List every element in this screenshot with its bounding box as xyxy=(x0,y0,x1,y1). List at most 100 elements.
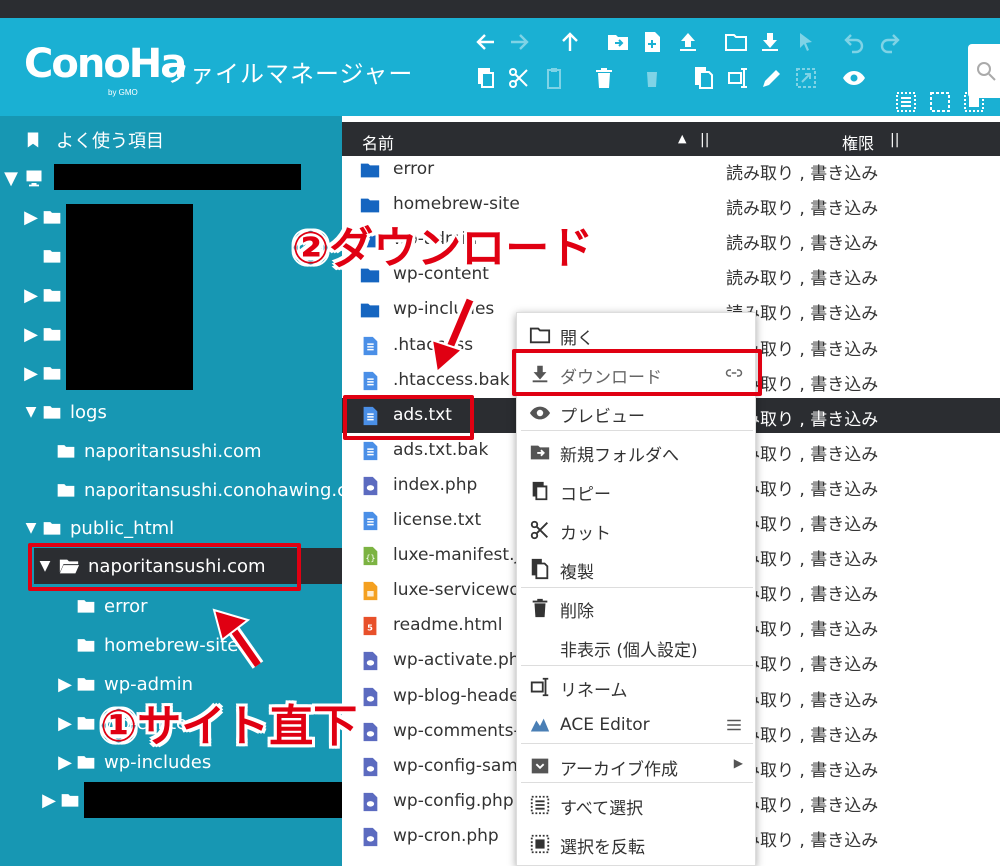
select-all-icon xyxy=(530,795,550,815)
paste-icon[interactable] xyxy=(540,64,568,92)
trash-icon xyxy=(532,598,548,618)
list-view-icon[interactable] xyxy=(892,88,920,116)
col-resize-handle[interactable]: || xyxy=(700,132,709,148)
tree-item-redacted[interactable]: ▶ xyxy=(24,199,70,235)
select-icon[interactable] xyxy=(926,88,954,116)
tree-item-redacted[interactable]: ▶ xyxy=(24,355,70,391)
file-name: wp-config.php xyxy=(393,790,514,811)
menu-item-label: 選択を反転 xyxy=(560,838,645,858)
file-html-icon xyxy=(359,615,381,637)
caret-right-icon[interactable]: ▶ xyxy=(58,674,72,695)
caret-right-icon[interactable]: ▶ xyxy=(58,752,72,773)
menu-item[interactable]: カット xyxy=(517,510,757,549)
menu-item[interactable]: ACE Editor xyxy=(517,706,757,745)
favorites-item[interactable]: よく使う項目 xyxy=(24,122,164,158)
folder-locked-icon xyxy=(42,402,62,422)
file-name: index.php xyxy=(393,474,478,495)
pointer-icon[interactable] xyxy=(792,28,820,56)
menu-item[interactable]: 選択を反転 xyxy=(517,824,757,863)
favorites-label: よく使う項目 xyxy=(56,131,164,152)
file-text-icon xyxy=(359,440,381,462)
submenu-arrow-icon: ▶ xyxy=(733,756,743,770)
menu-item[interactable]: 削除 xyxy=(517,588,757,627)
file-row[interactable]: error 読み取り , 書き込み xyxy=(342,152,1000,187)
resize-icon[interactable] xyxy=(792,64,820,92)
caret-down-icon[interactable]: ▼ xyxy=(24,404,38,420)
edit-icon[interactable] xyxy=(758,64,786,92)
caret-right-icon[interactable]: ▶ xyxy=(58,713,72,734)
tree-root[interactable]: ▼ xyxy=(4,160,52,196)
cut-icon[interactable] xyxy=(505,64,533,92)
tree-item-logs-child[interactable]: naporitansushi.com xyxy=(56,433,262,469)
upload-icon[interactable] xyxy=(674,28,702,56)
up-icon[interactable] xyxy=(556,28,584,56)
tree-item-public-html[interactable]: ▼ public_html xyxy=(24,510,175,546)
caret-right-icon[interactable]: ▶ xyxy=(42,790,56,811)
file-name: readme.html xyxy=(393,615,503,636)
header: ConoHa by GMO ファイルマネージャー xyxy=(0,18,1000,116)
folder-open-icon xyxy=(529,327,551,344)
undo-icon[interactable] xyxy=(840,28,868,56)
file-name: .htaccess xyxy=(393,334,474,355)
sort-asc-icon[interactable]: ▲ xyxy=(678,132,686,145)
preview-icon[interactable] xyxy=(840,64,868,92)
tree-item-site-child[interactable]: homebrew-site xyxy=(76,627,238,663)
duplicate-icon[interactable] xyxy=(690,64,718,92)
menu-item[interactable]: すべて選択 xyxy=(517,785,757,824)
new-file-icon[interactable] xyxy=(638,28,666,56)
tree-item-redacted[interactable] xyxy=(24,238,70,274)
tree-item-logs-child[interactable]: naporitansushi.conohawing.c xyxy=(56,472,342,508)
copy-icon[interactable] xyxy=(472,64,500,92)
folder-icon xyxy=(56,441,76,461)
caret-right-icon[interactable]: ▶ xyxy=(24,324,38,345)
new-folder-icon[interactable] xyxy=(722,28,750,56)
folder-icon xyxy=(42,363,62,383)
back-icon[interactable] xyxy=(472,28,500,56)
menu-item[interactable]: 新規フォルダへ xyxy=(517,432,757,471)
folder-icon xyxy=(359,159,381,181)
rename-icon[interactable] xyxy=(724,64,752,92)
eye-icon xyxy=(529,406,551,420)
caret-right-icon[interactable]: ▶ xyxy=(24,363,38,384)
menu-item[interactable]: プレビュー xyxy=(517,393,757,432)
folder-icon xyxy=(42,207,62,227)
empty-icon[interactable] xyxy=(638,64,666,92)
menu-item-label: 複製 xyxy=(560,563,594,583)
menu-item[interactable]: アーカイブ作成 ▶ xyxy=(517,746,757,785)
menu-item[interactable]: 非表示 (個人設定) xyxy=(517,627,757,666)
search-box[interactable] xyxy=(968,44,1000,98)
caret-down-icon[interactable]: ▼ xyxy=(4,168,18,189)
file-text-icon xyxy=(359,510,381,532)
delete-icon[interactable] xyxy=(590,64,618,92)
col-name[interactable]: 名前 xyxy=(362,130,394,154)
cut-icon xyxy=(530,520,548,540)
menu-item[interactable]: 複製 xyxy=(517,549,757,588)
file-text-icon xyxy=(359,370,381,392)
tree-item-redacted[interactable]: ▶ xyxy=(42,782,88,818)
tree-item-redacted[interactable]: ▶ xyxy=(24,316,70,352)
menu-item[interactable]: コピー xyxy=(517,471,757,510)
folder-icon xyxy=(76,635,96,655)
caret-right-icon[interactable]: ▶ xyxy=(24,285,38,306)
tree-item-logs[interactable]: ▼ logs xyxy=(24,394,107,430)
file-name: wp-cron.php xyxy=(393,825,499,846)
folder-icon xyxy=(76,674,96,694)
col-resize-handle[interactable]: || xyxy=(890,132,899,148)
menu-item-label: 新規フォルダへ xyxy=(560,446,679,466)
tree-label: error xyxy=(104,595,148,617)
logo-sub: by GMO xyxy=(108,88,138,97)
logo: ConoHa xyxy=(24,41,187,87)
redo-icon[interactable] xyxy=(876,28,904,56)
folder-icon xyxy=(56,480,76,500)
forward-icon[interactable] xyxy=(505,28,533,56)
menu-icon[interactable] xyxy=(725,716,743,734)
move-to-folder-icon[interactable] xyxy=(604,28,632,56)
caret-right-icon[interactable]: ▶ xyxy=(24,207,38,228)
download-icon[interactable] xyxy=(756,28,784,56)
tree-item-site-child[interactable]: error xyxy=(76,588,148,624)
menu-item[interactable]: リネーム xyxy=(517,667,757,706)
caret-down-icon[interactable]: ▼ xyxy=(24,520,38,536)
col-permission[interactable]: 権限 xyxy=(842,130,874,154)
folder-icon xyxy=(42,324,62,344)
tree-item-redacted[interactable]: ▶ xyxy=(24,277,70,313)
